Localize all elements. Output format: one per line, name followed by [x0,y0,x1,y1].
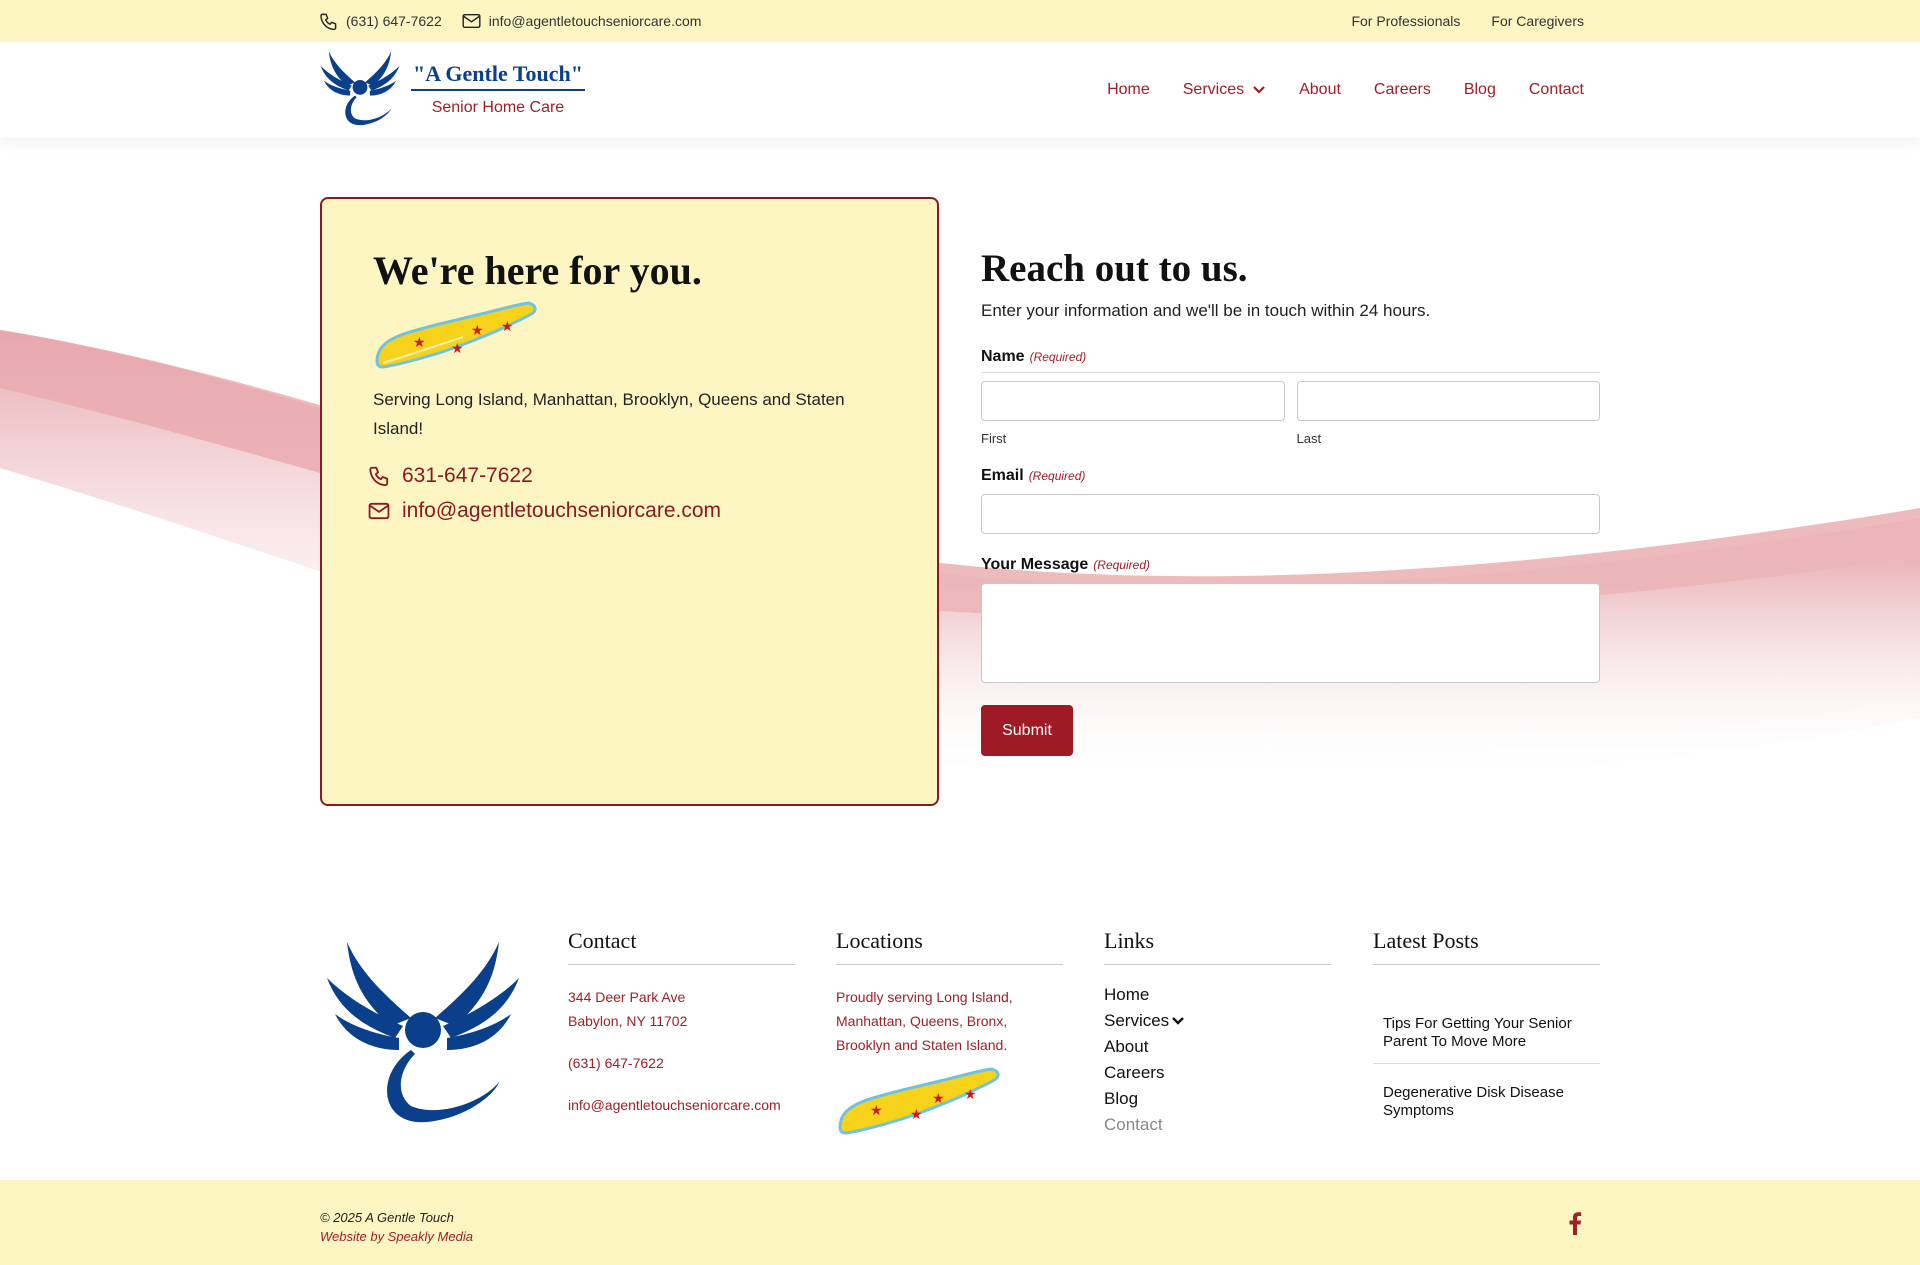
message-label-text: Your Message [981,556,1089,573]
card-email-text: info@agentletouchseniorcare.com [402,499,721,522]
message-textarea[interactable] [981,583,1600,683]
phone-icon [320,13,337,30]
nav-services-label: Services [1182,81,1245,98]
footer-link-home[interactable]: Home [1104,982,1331,1008]
phone-icon [369,466,389,487]
for-caregivers-link[interactable]: For Caregivers [1491,13,1584,29]
card-email-link[interactable]: info@agentletouchseniorcare.com [368,499,721,523]
first-name-hint: First [981,431,1007,446]
angel-logo-icon [327,942,519,1123]
footer-locations-column: Locations Proudly serving Long Island, M… [836,928,1063,1140]
svg-text:★: ★ [451,341,464,357]
email-label: Email (Required) [981,467,1600,485]
site-header: "A Gentle Touch" Senior Home Care Home S… [0,42,1920,138]
svg-text:★: ★ [471,323,484,339]
required-marker: (Required) [1028,469,1086,483]
form-subheading: Enter your information and we'll be in t… [981,301,1431,320]
bottom-bar: © 2025 A Gentle Touch Website by Speakly… [0,1180,1920,1265]
card-phone-text: 631-647-7622 [402,464,533,487]
topbar-phone-text: (631) 647-7622 [346,13,442,29]
footer-links-heading: Links [1104,928,1331,965]
brand-subtitle: Senior Home Care [431,99,565,116]
envelope-icon [368,502,390,520]
required-marker: (Required) [1093,558,1150,572]
svg-text:★: ★ [501,319,514,335]
svg-text:★: ★ [910,1107,923,1123]
footer-link-services[interactable]: Services [1104,1008,1331,1034]
footer-email-link[interactable]: info@agentletouchseniorcare.com [568,1093,795,1117]
svg-text:★: ★ [964,1087,977,1103]
email-label-text: Email [981,467,1024,484]
svg-text:★: ★ [932,1091,945,1107]
chevron-down-icon [1172,1017,1185,1025]
nav-about[interactable]: About [1299,81,1341,99]
topbar-email-link[interactable]: info@agentletouchseniorcare.com [462,13,702,29]
contact-form: Reach out to us. Enter your information … [981,246,1600,756]
copyright-text: © 2025 A Gentle Touch [320,1210,454,1225]
footer-locations-heading: Locations [836,928,1063,965]
footer-link-blog[interactable]: Blog [1104,1086,1331,1112]
submit-button[interactable]: Submit [981,705,1073,756]
facebook-icon[interactable] [1568,1211,1582,1235]
chevron-down-icon [1253,86,1265,94]
angel-logo-icon [320,51,400,126]
footer-link-contact[interactable]: Contact [1104,1112,1331,1138]
footer-link-careers[interactable]: Careers [1104,1060,1331,1086]
site-logo[interactable]: "A Gentle Touch" Senior Home Care [319,48,585,130]
brand-title: "A Gentle Touch" [411,61,585,91]
message-label: Your Message (Required) [981,556,1600,574]
main-nav: Home Services About Careers Blog Contact [1107,42,1584,138]
card-phone-link[interactable]: 631-647-7622 [368,464,533,488]
footer-link-about[interactable]: About [1104,1034,1331,1060]
footer-link-services-label: Services [1104,1011,1170,1030]
post-divider [1373,1063,1600,1064]
footer-phone-link[interactable]: (631) 647-7622 [568,1051,795,1075]
for-professionals-link[interactable]: For Professionals [1351,13,1460,29]
envelope-icon [462,13,481,29]
nav-home[interactable]: Home [1107,81,1150,99]
nav-services[interactable]: Services [1183,81,1266,99]
website-credit-link[interactable]: Website by Speakly Media [320,1227,473,1246]
site-footer: Contact 344 Deer Park Ave Babylon, NY 11… [0,850,1920,1180]
nav-careers[interactable]: Careers [1374,81,1431,99]
contact-card: We're here for you. ★ ★ ★ ★ Serving Long… [320,197,939,806]
topbar-email-text: info@agentletouchseniorcare.com [488,13,702,29]
last-name-input[interactable] [1296,381,1600,421]
footer-contact-column: Contact 344 Deer Park Ave Babylon, NY 11… [568,928,795,1117]
latest-post-link[interactable]: Tips For Getting Your Senior Parent To M… [1373,1015,1600,1051]
top-bar: (631) 647-7622 info@agentletouchseniorca… [0,0,1920,42]
footer-address-line2: Babylon, NY 11702 [568,1013,688,1029]
long-island-map-icon: ★ ★ ★ ★ [838,1067,1000,1135]
footer-posts-heading: Latest Posts [1373,928,1600,965]
card-heading: We're here for you. [373,248,702,293]
latest-post-link[interactable]: Degenerative Disk Disease Symptoms [1373,1084,1600,1120]
name-label: Name (Required) [981,348,1600,373]
footer-address-line1: 344 Deer Park Ave [568,989,686,1005]
footer-posts-column: Latest Posts Tips For Getting Your Senio… [1373,928,1600,1120]
topbar-phone-link[interactable]: (631) 647-7622 [319,12,442,31]
svg-text:★: ★ [870,1103,883,1119]
email-input[interactable] [981,494,1600,534]
footer-contact-heading: Contact [568,928,795,965]
background-wave [0,330,1920,782]
first-name-input[interactable] [981,381,1285,421]
long-island-map-icon: ★ ★ ★ ★ [375,301,537,369]
form-heading: Reach out to us. [981,247,1248,290]
footer-locations-text: Proudly serving Long Island, Manhattan, … [836,989,1013,1053]
required-marker: (Required) [1029,350,1087,364]
last-name-hint: Last [1296,431,1322,446]
footer-links-column: Links Home Services About Careers Blog C… [1104,928,1331,1138]
svg-text:★: ★ [413,335,426,351]
nav-blog[interactable]: Blog [1464,81,1496,99]
nav-contact[interactable]: Contact [1529,81,1584,99]
service-area-text: Serving Long Island, Manhattan, Brooklyn… [373,390,845,438]
name-label-text: Name [981,348,1025,365]
